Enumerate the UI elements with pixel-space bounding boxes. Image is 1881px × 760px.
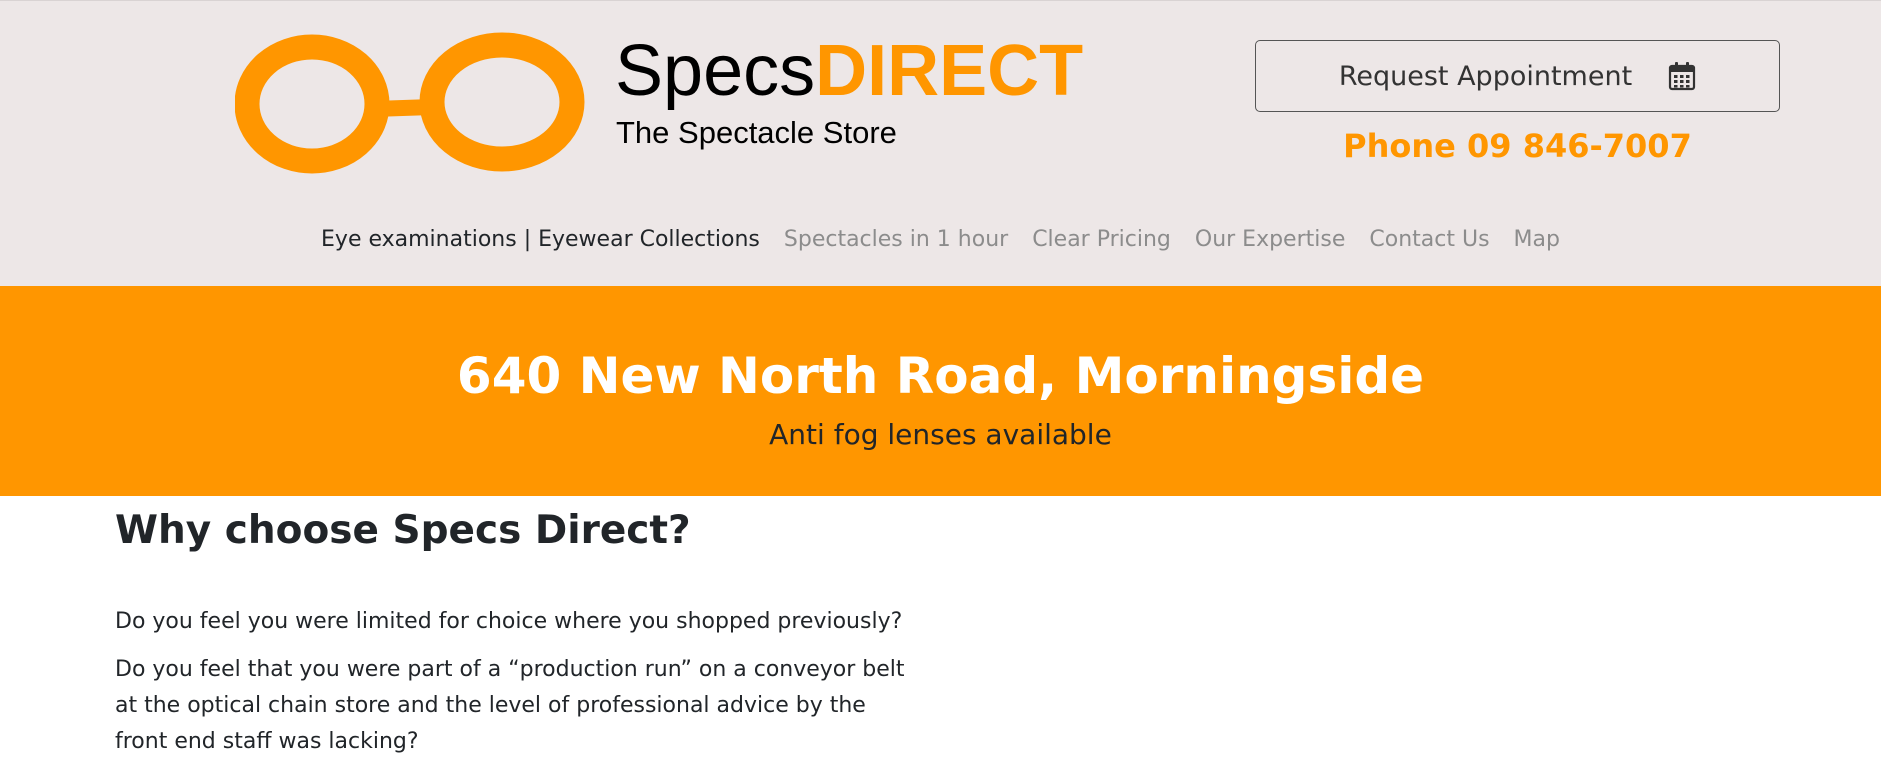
main-content: Why choose Specs Direct? Do you feel you… bbox=[115, 496, 925, 760]
calendar-icon bbox=[1668, 61, 1696, 91]
request-appointment-label: Request Appointment bbox=[1338, 60, 1633, 92]
content-paragraph: Do you feel that you were part of a “pro… bbox=[115, 657, 905, 754]
nav-item-our-expertise[interactable]: Our Expertise bbox=[1183, 227, 1358, 252]
main-nav: Eye examinations | Eyewear Collections S… bbox=[0, 227, 1881, 252]
nav-item-spectacles-in-1-hour[interactable]: Spectacles in 1 hour bbox=[772, 227, 1020, 252]
content-paragraph: Do you feel you were limited for choice … bbox=[115, 609, 903, 634]
glasses-logo-icon[interactable] bbox=[235, 29, 587, 179]
nav-item-clear-pricing[interactable]: Clear Pricing bbox=[1020, 227, 1183, 252]
phone-number[interactable]: Phone 09 846-7007 bbox=[1255, 127, 1780, 165]
banner-subtitle: Anti fog lenses available bbox=[769, 418, 1112, 451]
brand-specs: Specs bbox=[615, 31, 816, 111]
address-banner: 640 New North Road, Morningside Anti fog… bbox=[0, 286, 1881, 496]
request-appointment-button[interactable]: Request Appointment bbox=[1255, 40, 1780, 112]
brand-direct: DIRECT bbox=[815, 31, 1084, 111]
banner-address: 640 New North Road, Morningside bbox=[456, 347, 1425, 405]
nav-item-contact-us[interactable]: Contact Us bbox=[1357, 227, 1501, 252]
nav-item-eye-examinations[interactable]: Eye examinations | Eyewear Collections bbox=[309, 227, 772, 252]
section-heading: Why choose Specs Direct? bbox=[115, 508, 691, 553]
brand-tagline: The Spectacle Store bbox=[616, 115, 897, 150]
brand-name[interactable]: SpecsDIRECT bbox=[615, 29, 1083, 113]
site-header: SpecsDIRECT The Spectacle Store Request … bbox=[0, 0, 1881, 286]
nav-item-map[interactable]: Map bbox=[1502, 227, 1572, 252]
